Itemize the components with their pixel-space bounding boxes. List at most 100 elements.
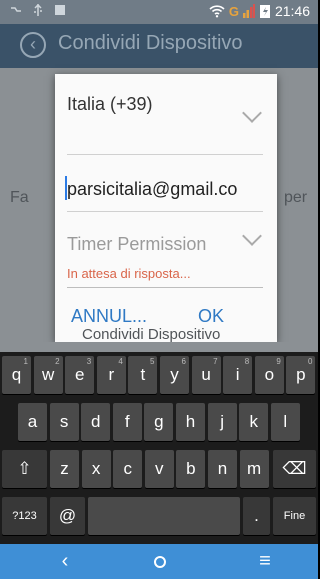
key-label: h (185, 412, 196, 431)
key-label: q (11, 365, 22, 384)
key-m[interactable]: m (239, 450, 269, 488)
key-label: o (264, 365, 275, 384)
key-hint: 7 (213, 357, 218, 366)
signal-icon (242, 4, 255, 18)
share-device-dialog: Italia (+39) parsicitalia@gmail.co Timer… (55, 74, 277, 342)
key-f[interactable]: f (112, 403, 142, 441)
key-label: w (41, 365, 55, 384)
key-b[interactable]: b (176, 450, 206, 488)
key-label: ?123 (12, 510, 37, 522)
key-label: r (108, 365, 115, 384)
key-o[interactable]: o9 (254, 356, 284, 394)
symbols-key[interactable]: ?123 (2, 497, 47, 535)
battery-charging-icon (259, 4, 270, 18)
key-w[interactable]: w2 (33, 356, 63, 394)
key-hint: 0 (307, 357, 313, 366)
key-l[interactable]: l (270, 403, 300, 441)
key-hint: 9 (276, 357, 281, 366)
key-i[interactable]: i8 (223, 356, 253, 394)
key-label: k (249, 412, 258, 431)
key-y[interactable]: y6 (160, 356, 189, 394)
dev-notification-icon (11, 7, 21, 12)
key-label: m (247, 459, 262, 478)
image-notification-icon (55, 5, 65, 15)
key-x[interactable]: x (81, 450, 111, 488)
chevron-down-icon[interactable] (242, 103, 262, 123)
divider (67, 154, 263, 155)
chevron-down-icon[interactable] (242, 226, 262, 246)
key-label: s (59, 412, 69, 431)
key-label: g (154, 412, 164, 431)
key-label: . (254, 506, 259, 525)
key-label: e (74, 365, 85, 384)
ok-button[interactable]: OK (198, 306, 224, 327)
key-g[interactable]: g (144, 403, 174, 441)
nav-back-icon[interactable]: ‹ (45, 544, 85, 579)
key-label: z (60, 459, 69, 478)
cancel-button[interactable]: ANNUL... (71, 306, 147, 327)
key-j[interactable]: j (207, 403, 237, 441)
key-label: y (170, 365, 179, 384)
key-c[interactable]: c (113, 450, 143, 488)
key-r[interactable]: r4 (96, 356, 126, 394)
shift-key[interactable]: ⇧ (2, 450, 47, 488)
key-d[interactable]: d (81, 403, 111, 441)
key-dot[interactable]: . (243, 497, 270, 535)
key-hint: 3 (86, 357, 92, 366)
key-label: a (27, 412, 38, 431)
status-message: In attesa di risposta... (67, 266, 191, 281)
key-k[interactable]: k (239, 403, 269, 441)
usb-icon (34, 4, 42, 16)
key-label: f (124, 412, 130, 431)
key-label: j (220, 412, 224, 431)
key-t[interactable]: t5 (128, 356, 158, 394)
key-u[interactable]: u7 (191, 356, 221, 394)
suggestion-strip: Condividi Dispositivo (0, 326, 318, 352)
key-hint: 1 (23, 357, 28, 366)
key-at[interactable]: @ (50, 497, 85, 535)
key-label: ⇧ (17, 459, 32, 478)
nav-menu-icon[interactable]: ≡ (250, 544, 280, 579)
key-label: i (235, 365, 240, 384)
space-key[interactable] (88, 497, 240, 535)
timer-permission-select[interactable]: Timer Permission (67, 234, 206, 255)
email-field[interactable]: parsicitalia@gmail.co (67, 179, 237, 200)
back-arrow-icon[interactable]: ‹ (20, 32, 46, 58)
key-hint: 5 (149, 357, 155, 366)
app-bar: ‹ Condividi Dispositivo (0, 24, 318, 68)
key-label: u (201, 365, 211, 384)
wifi-icon (209, 5, 225, 18)
clock: 21:46 (274, 3, 310, 19)
divider (67, 211, 263, 212)
key-a[interactable]: a (18, 403, 47, 441)
background-label: Condividi Dispositivo (82, 326, 221, 343)
key-hint: 4 (118, 357, 123, 366)
key-z[interactable]: z (50, 450, 79, 488)
status-bar: G 21:46 (0, 0, 318, 24)
page-title: Condividi Dispositivo (58, 32, 243, 54)
key-p[interactable]: p0 (286, 356, 316, 394)
done-key[interactable]: Fine (273, 497, 316, 535)
key-label: b (186, 459, 196, 478)
key-hint: 8 (244, 357, 250, 366)
key-q[interactable]: q1 (2, 356, 31, 394)
divider (67, 287, 263, 288)
nav-home-icon[interactable] (145, 544, 175, 579)
navigation-bar: ‹ ≡ (0, 544, 318, 579)
key-label: l (283, 412, 288, 431)
key-hint: 2 (55, 357, 60, 366)
key-label: Fine (283, 510, 306, 522)
backspace-key[interactable]: ⌫ (273, 450, 316, 488)
key-label: d (90, 412, 101, 431)
app-background: ‹ Condividi Dispositivo Fa per Italia (+… (0, 24, 318, 342)
key-n[interactable]: n (208, 450, 237, 488)
key-v[interactable]: v (144, 450, 174, 488)
key-label: c (123, 459, 132, 478)
soft-keyboard: Condividi Dispositivo q1w2e3r4t5y6u7i8o9… (0, 326, 318, 544)
key-label: @ (58, 506, 77, 525)
key-h[interactable]: h (176, 403, 205, 441)
key-e[interactable]: e3 (65, 356, 95, 394)
country-select[interactable]: Italia (+39) (67, 94, 153, 115)
network-type: G (228, 3, 239, 19)
key-s[interactable]: s (49, 403, 79, 441)
